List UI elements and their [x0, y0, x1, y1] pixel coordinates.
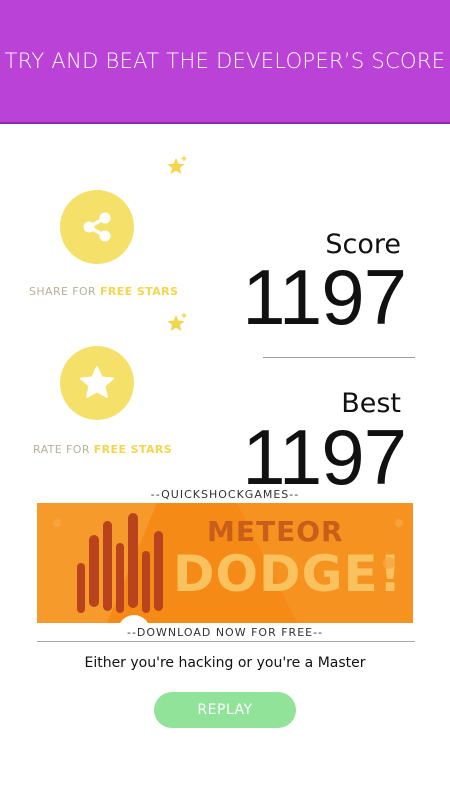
header-bar: TRY AND BEAT THE DEVELOPER’S SCORE: [0, 0, 450, 122]
banner-title-line1: METEOR: [207, 515, 344, 548]
share-label-highlight: FREE STARS: [100, 285, 179, 298]
share-button[interactable]: [60, 190, 134, 264]
rate-button[interactable]: [60, 346, 134, 420]
rate-label-text: RATE FOR: [33, 443, 94, 456]
share-icon: [83, 212, 111, 242]
banner-artwork: METEOR DODGE!: [37, 503, 413, 623]
share-label-text: SHARE FOR: [29, 285, 100, 298]
score-divider: [263, 357, 415, 358]
header-divider: [0, 122, 450, 124]
best-value: 1197: [242, 413, 407, 501]
studio-caption: --QUICKSHOCKGAMES--: [150, 488, 300, 501]
rate-label-highlight: FREE STARS: [93, 443, 173, 456]
replay-button[interactable]: REPLAY: [154, 692, 296, 728]
sparkle-star-icon: [167, 313, 187, 331]
banner-title-line2: DODGE!: [173, 545, 403, 603]
score-value: 1197: [242, 253, 407, 341]
share-free-stars-label[interactable]: SHARE FOR FREE STARS: [29, 285, 178, 298]
page-title: TRY AND BEAT THE DEVELOPER’S SCORE: [4, 49, 446, 73]
result-message: Either you're hacking or you're a Master: [84, 655, 366, 671]
star-icon: [80, 366, 114, 398]
sparkle-star-icon: [167, 156, 187, 174]
meteor-dodge-ad-banner[interactable]: METEOR DODGE!: [37, 503, 413, 623]
promo-divider: [37, 641, 415, 642]
download-caption[interactable]: --DOWNLOAD NOW FOR FREE--: [0, 626, 450, 639]
rate-free-stars-label[interactable]: RATE FOR FREE STARS: [33, 443, 172, 456]
